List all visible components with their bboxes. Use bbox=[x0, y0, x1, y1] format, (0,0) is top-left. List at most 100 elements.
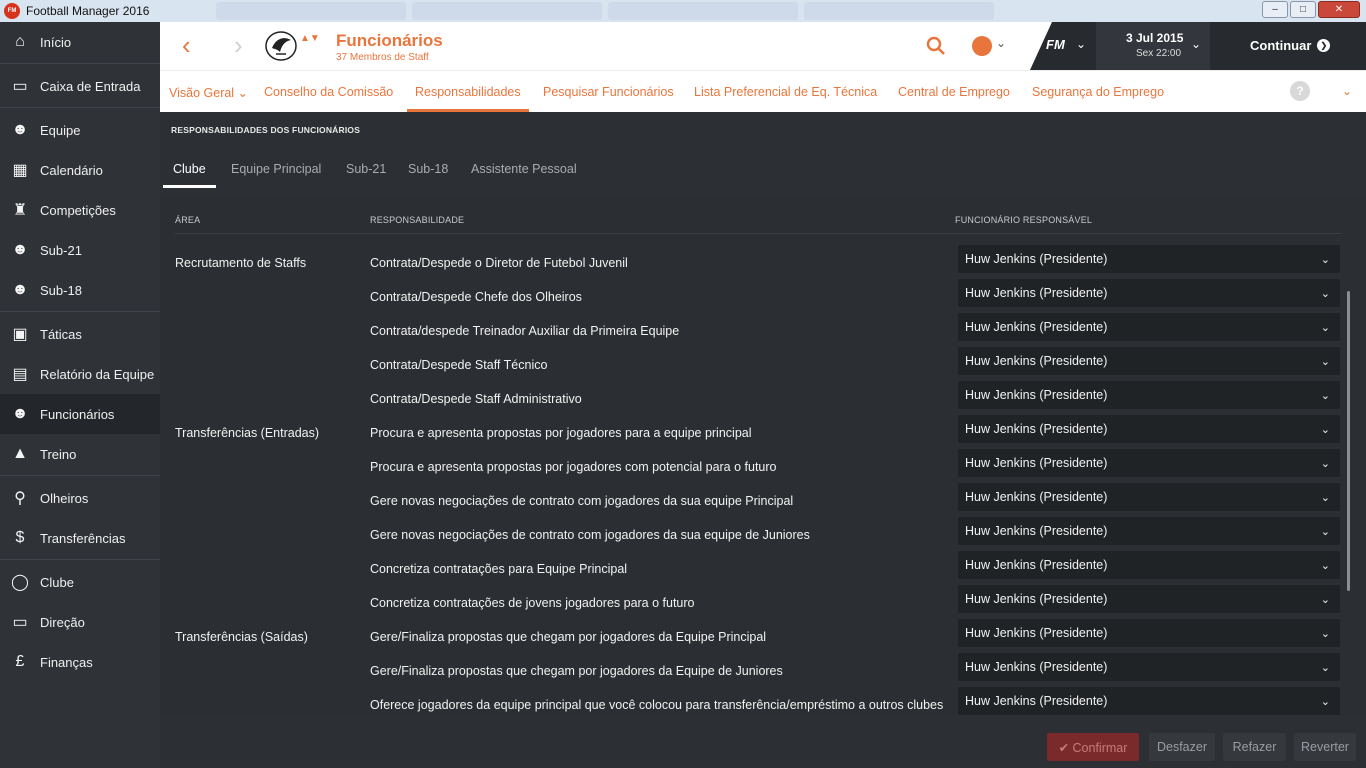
section-title: RESPONSABILIDADES DOS FUNCIONÁRIOS bbox=[171, 125, 361, 135]
window-titlebar: FM Football Manager 2016 – □ ✕ bbox=[0, 0, 1366, 22]
maximize-button[interactable]: □ bbox=[1290, 1, 1316, 18]
staff-select[interactable]: Huw Jenkins (Presidente) ⌄ bbox=[958, 415, 1340, 443]
forward-button[interactable]: › bbox=[234, 32, 243, 58]
back-button[interactable]: ‹ bbox=[182, 32, 191, 58]
fm-menu-button[interactable]: FM bbox=[1046, 37, 1065, 52]
subtab-u21[interactable]: Sub-21 bbox=[346, 162, 386, 176]
table-row: Contrata/Despede Staff Administrativo Huw… bbox=[175, 380, 1341, 414]
close-button[interactable]: ✕ bbox=[1318, 1, 1360, 18]
staff-select[interactable]: Huw Jenkins (Presidente) ⌄ bbox=[958, 687, 1340, 715]
staff-select[interactable]: Huw Jenkins (Presidente) ⌄ bbox=[958, 347, 1340, 375]
u21-icon: ☻ bbox=[11, 241, 29, 258]
taskbar-tab[interactable] bbox=[216, 2, 406, 20]
column-header-area[interactable]: ÁREA bbox=[175, 215, 200, 225]
sidebar-item-tactics[interactable]: ▣ Táticas bbox=[0, 314, 160, 354]
taskbar-tab[interactable] bbox=[804, 2, 994, 20]
table-row: Gere/Finaliza propostas que chegam por j… bbox=[175, 652, 1341, 686]
staff-select-value: Huw Jenkins (Presidente) bbox=[965, 422, 1108, 436]
sidebar-item-scouting[interactable]: ⚲ Olheiros bbox=[0, 478, 160, 518]
continue-button[interactable]: Continuar ❯ bbox=[1250, 38, 1331, 53]
current-time: Sex 22:00 bbox=[1136, 48, 1182, 59]
help-icon[interactable]: ? bbox=[1290, 81, 1310, 101]
chevron-down-icon[interactable]: ⌄ bbox=[996, 36, 1006, 50]
taskbar-tab[interactable] bbox=[608, 2, 798, 20]
chevron-down-icon[interactable]: ⌄ bbox=[1191, 37, 1201, 51]
table-row: Contrata/Despede Staff Técnico Huw Jenkin… bbox=[175, 346, 1341, 380]
undo-button[interactable]: Desfazer bbox=[1149, 733, 1215, 761]
sidebar-item-finances[interactable]: £ Finanças bbox=[0, 642, 160, 682]
sidebar-item-u18[interactable]: ☻ Sub-18 bbox=[0, 270, 160, 310]
staff-select-value: Huw Jenkins (Presidente) bbox=[965, 286, 1108, 300]
finances-icon: £ bbox=[15, 653, 25, 670]
confirm-button[interactable]: ✔ Confirmar bbox=[1047, 733, 1139, 761]
sidebar-item-inicio[interactable]: ⌂ Início bbox=[0, 22, 160, 62]
sidebar-item-board[interactable]: ▭ Direção bbox=[0, 602, 160, 642]
sidebar-item-label: Olheiros bbox=[40, 490, 89, 506]
staff-select[interactable]: Huw Jenkins (Presidente) ⌄ bbox=[958, 619, 1340, 647]
transfers-icon: $ bbox=[15, 529, 25, 546]
tab-staff-search[interactable]: Pesquisar Funcionários bbox=[543, 85, 674, 99]
staff-select[interactable]: Huw Jenkins (Presidente) ⌄ bbox=[958, 551, 1340, 579]
subtab-club[interactable]: Clube bbox=[163, 162, 216, 188]
tab-responsibilities[interactable]: Responsabilidades bbox=[407, 85, 529, 112]
revert-button[interactable]: Reverter bbox=[1294, 733, 1356, 761]
sidebar-item-inbox[interactable]: ▭ Caixa de Entrada bbox=[0, 66, 160, 106]
taskbar-tab[interactable] bbox=[412, 2, 602, 20]
window-controls: – □ ✕ bbox=[1262, 1, 1360, 18]
club-crest-icon[interactable] bbox=[264, 30, 298, 62]
chevron-down-icon: ⌄ bbox=[1320, 288, 1330, 300]
sidebar-item-training[interactable]: ▲ Treino bbox=[0, 434, 160, 474]
sidebar-item-transfers[interactable]: $ Transferências bbox=[0, 518, 160, 558]
board-icon: ▭ bbox=[12, 614, 28, 631]
staff-select[interactable]: Huw Jenkins (Presidente) ⌄ bbox=[958, 245, 1340, 273]
search-icon[interactable] bbox=[926, 36, 946, 56]
chevron-down-icon: ⌄ bbox=[1320, 322, 1330, 334]
chevron-down-icon[interactable]: ⌄ bbox=[1342, 84, 1352, 98]
subtab-first-team[interactable]: Equipe Principal bbox=[231, 162, 321, 176]
responsibility-cell: Gere novas negociações de contrato com j… bbox=[370, 528, 810, 542]
column-header-staff[interactable]: FUNCIONÁRIO RESPONSÁVEL bbox=[955, 215, 1092, 225]
staff-select[interactable]: Huw Jenkins (Presidente) ⌄ bbox=[958, 585, 1340, 613]
column-header-responsibility[interactable]: RESPONSABILIDADE bbox=[370, 215, 464, 225]
continue-label: Continuar bbox=[1250, 38, 1312, 53]
chevron-down-icon[interactable]: ⌄ bbox=[1076, 37, 1086, 51]
tab-overview[interactable]: Visão Geral ⌄ bbox=[169, 85, 248, 100]
responsibility-cell: Contrata/despede Treinador Auxiliar da P… bbox=[370, 324, 680, 338]
sidebar-item-staff[interactable]: ☻ Funcionários bbox=[0, 394, 160, 434]
sidebar-item-competitions[interactable]: ♜ Competições bbox=[0, 190, 160, 230]
sidebar-item-team[interactable]: ☻ Equipe bbox=[0, 110, 160, 150]
chevron-down-icon: ⌄ bbox=[1320, 594, 1330, 606]
redo-button[interactable]: Refazer bbox=[1223, 733, 1286, 761]
responsibility-cell: Concretiza contratações de jovens jogado… bbox=[370, 596, 695, 610]
window-title: Football Manager 2016 bbox=[26, 4, 150, 18]
sidebar-item-calendar[interactable]: ▦ Calendário bbox=[0, 150, 160, 190]
responsibility-cell: Contrata/Despede Chefe dos Olheiros bbox=[370, 290, 582, 304]
globe-icon[interactable] bbox=[972, 36, 992, 56]
staff-select[interactable]: Huw Jenkins (Presidente) ⌄ bbox=[958, 279, 1340, 307]
staff-select[interactable]: Huw Jenkins (Presidente) ⌄ bbox=[958, 381, 1340, 409]
table-row: Transferências (Entradas) Procura e apres… bbox=[175, 414, 1341, 448]
tab-staff-advice[interactable]: Conselho da Comissão bbox=[264, 85, 393, 99]
minimize-button[interactable]: – bbox=[1262, 1, 1288, 18]
tab-staff-shortlist[interactable]: Lista Preferencial de Eq. Técnica bbox=[694, 85, 877, 99]
club-switch-arrows[interactable]: ▲▼ bbox=[300, 33, 320, 45]
scrollbar[interactable] bbox=[1347, 291, 1350, 591]
sidebar-item-team-report[interactable]: ▤ Relatório da Equipe bbox=[0, 354, 160, 394]
sidebar-item-u21[interactable]: ☻ Sub-21 bbox=[0, 230, 160, 270]
table-row: Concretiza contratações de jovens jogado… bbox=[175, 584, 1341, 618]
staff-select[interactable]: Huw Jenkins (Presidente) ⌄ bbox=[958, 483, 1340, 511]
tab-job-security[interactable]: Segurança do Emprego bbox=[1032, 85, 1164, 99]
responsibility-cell: Contrata/Despede o Diretor de Futebol Ju… bbox=[370, 256, 628, 270]
staff-select[interactable]: Huw Jenkins (Presidente) ⌄ bbox=[958, 313, 1340, 341]
subtab-u18[interactable]: Sub-18 bbox=[408, 162, 448, 176]
tab-job-centre[interactable]: Central de Emprego bbox=[898, 85, 1010, 99]
subtab-personal-assistant[interactable]: Assistente Pessoal bbox=[471, 162, 577, 176]
sidebar-item-label: Finanças bbox=[40, 654, 93, 670]
trophy-icon: ♜ bbox=[12, 202, 28, 219]
staff-select[interactable]: Huw Jenkins (Presidente) ⌄ bbox=[958, 517, 1340, 545]
responsibilities-table: ÁREA RESPONSABILIDADE FUNCIONÁRIO RESPON… bbox=[160, 194, 1366, 716]
staff-select[interactable]: Huw Jenkins (Presidente) ⌄ bbox=[958, 653, 1340, 681]
sidebar-item-label: Transferências bbox=[40, 530, 126, 546]
staff-select[interactable]: Huw Jenkins (Presidente) ⌄ bbox=[958, 449, 1340, 477]
sidebar-item-club[interactable]: ◯ Clube bbox=[0, 562, 160, 602]
